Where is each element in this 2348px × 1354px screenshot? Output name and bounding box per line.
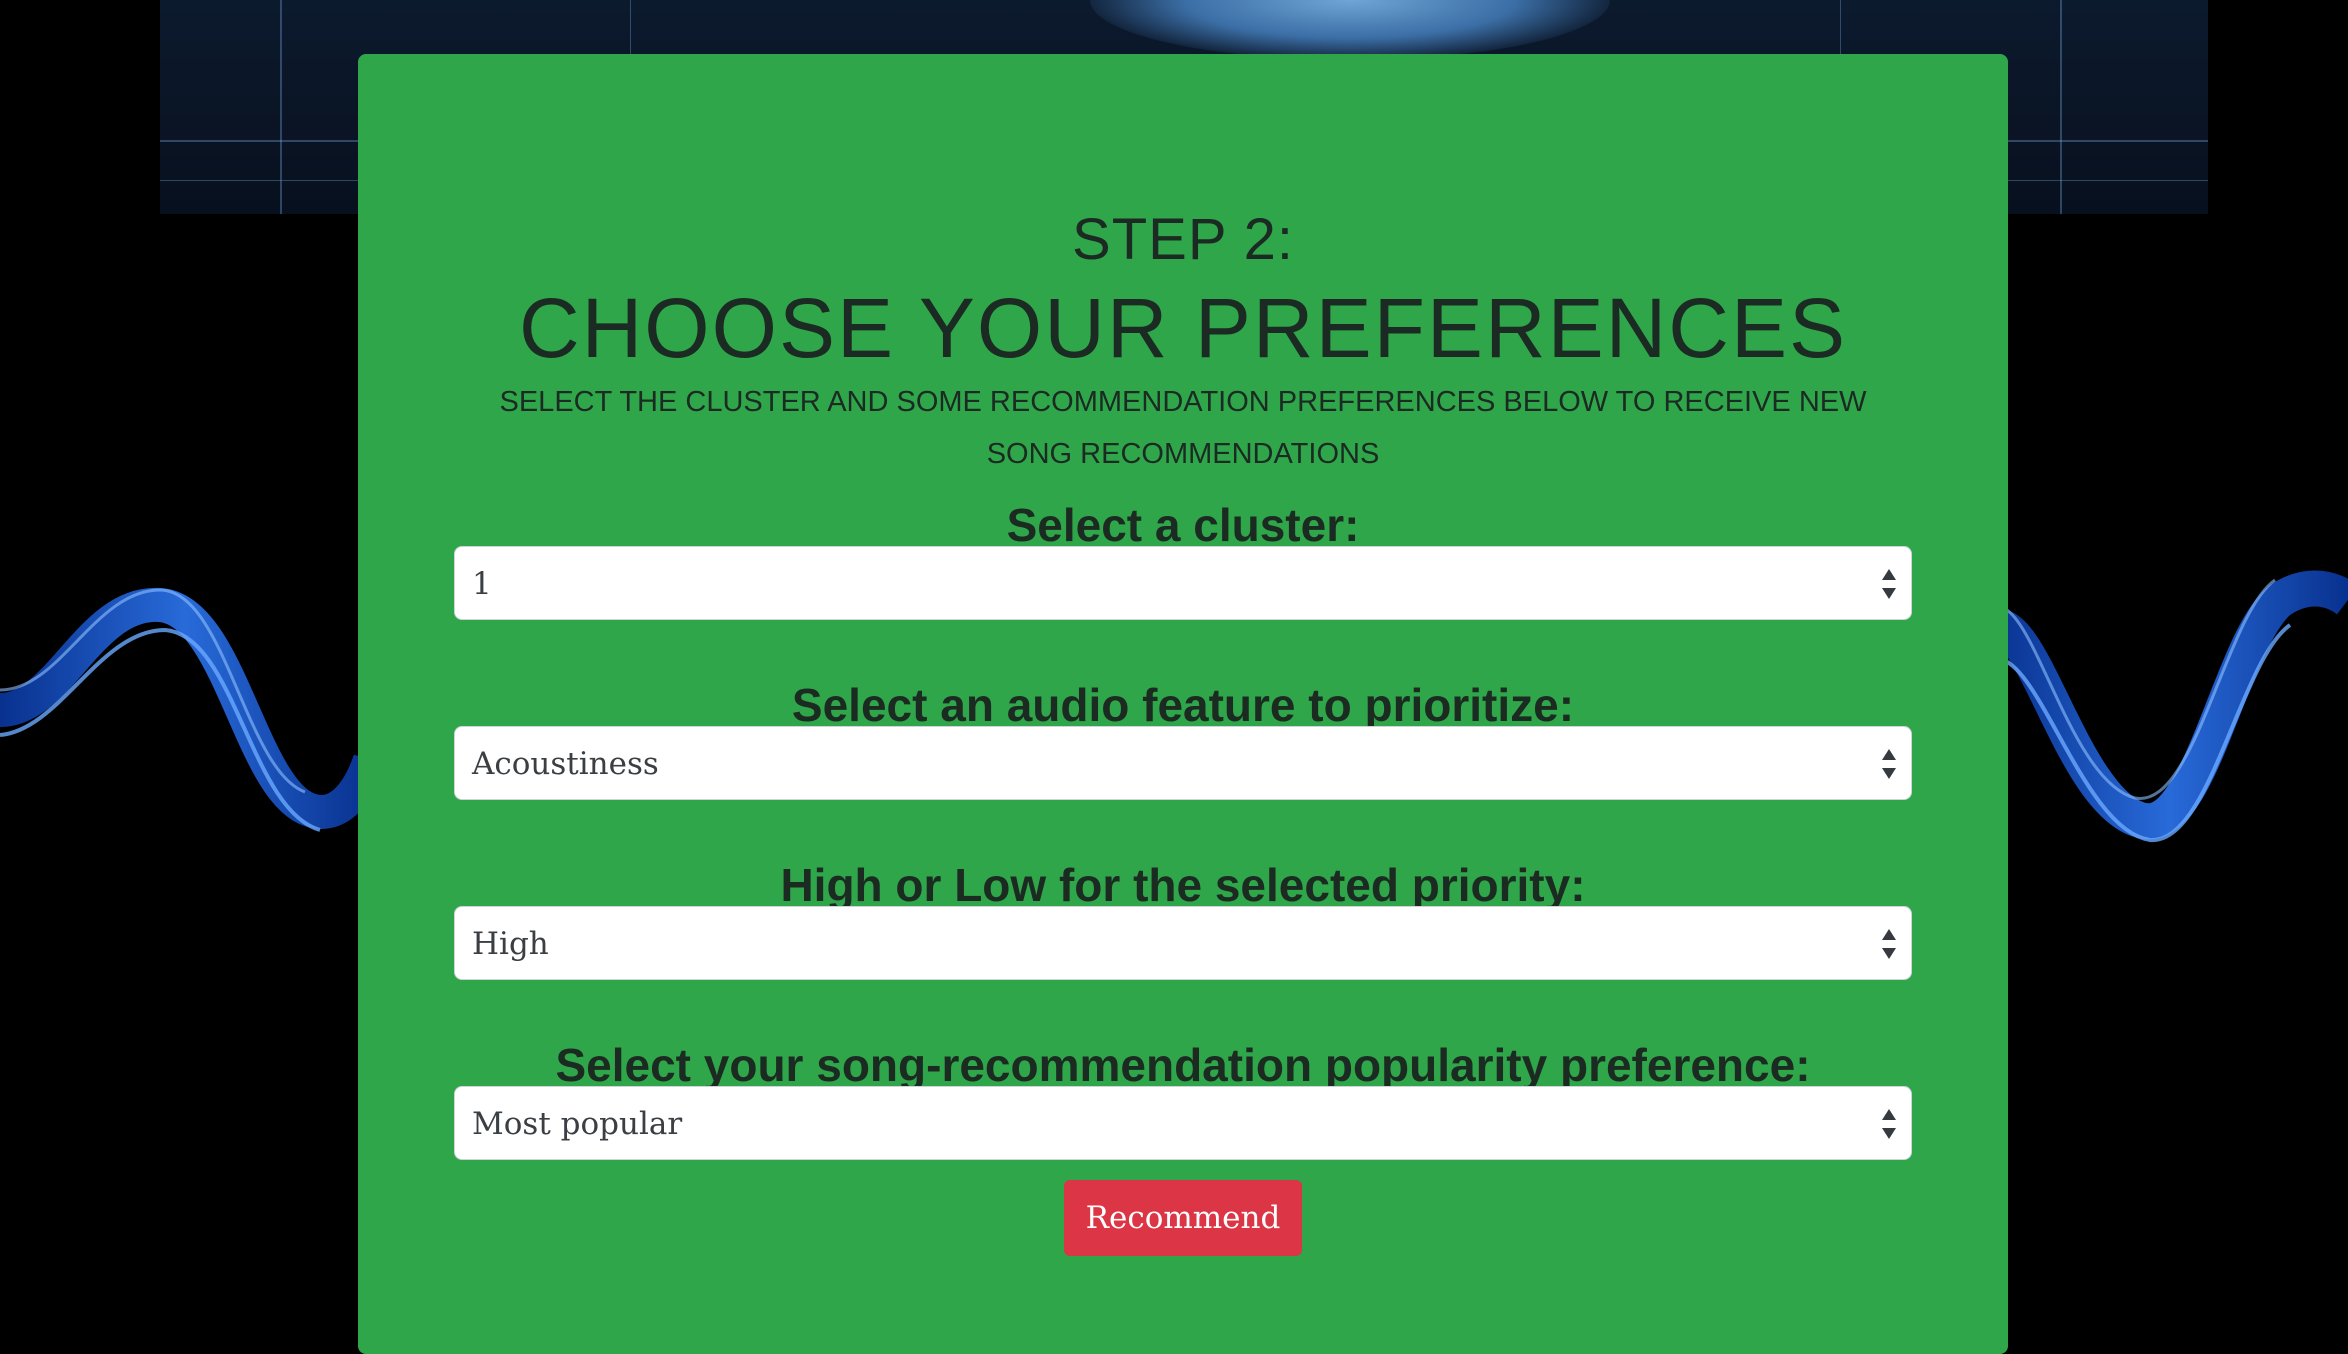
audio-feature-label: Select an audio feature to prioritize:: [791, 679, 1575, 731]
audio-feature-select[interactable]: Acoustiness: [454, 726, 1912, 800]
cluster-select-value: 1: [472, 566, 492, 602]
blue-wave-right: [1990, 570, 2348, 843]
cluster-label: Select a cluster:: [1006, 499, 1360, 551]
updown-arrows-icon: [1882, 929, 1896, 959]
popularity-label: Select your song-recommendation populari…: [555, 1039, 1811, 1091]
page-subtitle: SELECT THE CLUSTER AND SOME RECOMMENDATI…: [499, 386, 1867, 470]
cluster-select[interactable]: 1: [454, 546, 1912, 620]
page-title: CHOOSE YOUR PREFERENCES: [518, 281, 1848, 375]
priority-level-select-value: High: [472, 926, 549, 962]
popularity-select[interactable]: Most popular: [454, 1086, 1912, 1160]
updown-arrows-icon: [1882, 1109, 1896, 1139]
blue-wave-left: [0, 587, 370, 832]
recommend-button[interactable]: Recommend: [1064, 1180, 1302, 1256]
priority-level-select[interactable]: High: [454, 906, 1912, 980]
priority-level-label: High or Low for the selected priority:: [780, 859, 1586, 911]
preferences-card: STEP 2: CHOOSE YOUR PREFERENCES SELECT T…: [358, 54, 2008, 1354]
updown-arrows-icon: [1882, 749, 1896, 779]
popularity-select-value: Most popular: [472, 1106, 683, 1142]
audio-feature-select-value: Acoustiness: [472, 746, 659, 782]
step-heading: STEP 2:: [1072, 207, 1294, 272]
updown-arrows-icon: [1882, 569, 1896, 599]
